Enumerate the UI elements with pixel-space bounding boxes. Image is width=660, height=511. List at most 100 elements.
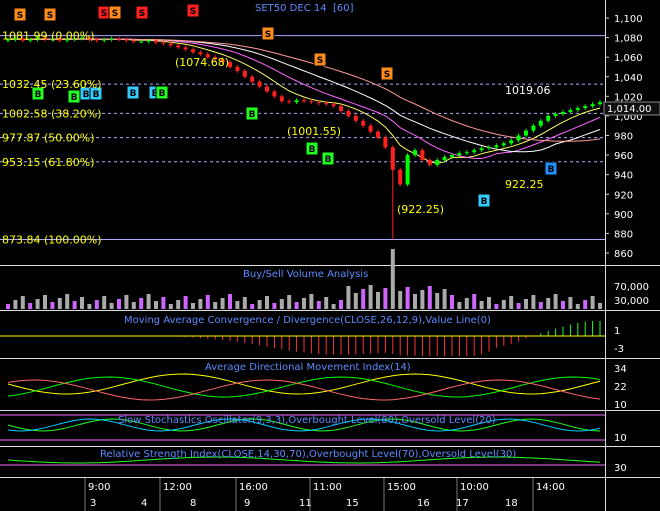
volume-bar bbox=[131, 302, 136, 309]
candle-body bbox=[509, 140, 514, 144]
volume-bar bbox=[183, 296, 188, 309]
volume-bar bbox=[302, 298, 306, 309]
volume-bar bbox=[13, 300, 18, 309]
adx-panel-title: Average Directional Movement Index(14) bbox=[205, 362, 411, 373]
candle-body bbox=[583, 106, 588, 109]
volume-bar bbox=[361, 289, 366, 309]
volume-bar bbox=[472, 294, 477, 309]
candle-body bbox=[316, 102, 321, 104]
volume-bar bbox=[279, 299, 284, 309]
signal-letter: S bbox=[190, 7, 196, 17]
y-tick-label: 1,100 bbox=[614, 14, 643, 25]
candle-body bbox=[346, 111, 351, 116]
fib-level-label: 953.15 (61.80%) bbox=[2, 156, 95, 169]
candle-body bbox=[161, 42, 166, 44]
x-time-label: 14:00 bbox=[536, 482, 565, 493]
candle-body bbox=[575, 108, 580, 111]
candle-body bbox=[339, 106, 343, 112]
volume-bar bbox=[598, 303, 602, 309]
y-tick-label: 1,060 bbox=[614, 53, 643, 64]
x-date-label: 8 bbox=[190, 498, 196, 509]
candle-body bbox=[405, 155, 410, 185]
panel-tick-label: 10 bbox=[614, 433, 627, 444]
candle-body bbox=[109, 38, 114, 40]
volume-bar bbox=[6, 304, 10, 309]
volume-bar bbox=[146, 294, 151, 309]
signal-letter: B bbox=[130, 89, 137, 99]
candle-body bbox=[235, 66, 240, 71]
volume-bar bbox=[139, 298, 144, 309]
panel-tick-label: 34 bbox=[614, 364, 627, 375]
fib-level-label: 1032.45 (23.60%) bbox=[2, 78, 102, 91]
candle-body bbox=[368, 125, 373, 132]
candle-body bbox=[131, 40, 136, 42]
volume-bar bbox=[405, 287, 410, 309]
sell-signal-marker: S bbox=[13, 7, 27, 22]
volume-bar bbox=[272, 303, 277, 309]
y-tick-label: 860 bbox=[614, 249, 633, 260]
y-tick-label: 1,080 bbox=[614, 34, 643, 45]
x-time-label: 16:00 bbox=[239, 482, 268, 493]
candle-body bbox=[524, 130, 528, 136]
volume-bar bbox=[575, 304, 580, 309]
volume-bar bbox=[250, 304, 255, 309]
signal-letter: B bbox=[325, 155, 332, 165]
signal-letter: B bbox=[83, 90, 90, 100]
y-tick-label: 900 bbox=[614, 210, 633, 221]
volume-bar bbox=[420, 290, 425, 309]
volume-bar bbox=[524, 299, 528, 309]
volume-bar bbox=[102, 296, 107, 309]
panel-tick-label: 10 bbox=[614, 400, 627, 411]
candle-body bbox=[191, 49, 195, 53]
volume-bar bbox=[353, 293, 358, 309]
volume-bar bbox=[546, 298, 551, 309]
x-time-label: 12:00 bbox=[163, 482, 192, 493]
signal-letter: B bbox=[35, 90, 42, 100]
volume-bar bbox=[501, 300, 506, 309]
candle-body bbox=[413, 150, 417, 156]
sell-signal-marker: S bbox=[313, 52, 327, 67]
candle-body bbox=[242, 70, 247, 77]
chart-title: SET50 DEC 14 bbox=[255, 3, 327, 14]
volume-bar bbox=[316, 301, 321, 309]
panel-tick-label: -3 bbox=[614, 344, 624, 355]
candle-body bbox=[294, 100, 299, 103]
volume-bar bbox=[72, 301, 77, 309]
signal-letter: S bbox=[317, 56, 323, 66]
volume-bar bbox=[161, 297, 166, 309]
candle-body bbox=[272, 91, 277, 97]
volume-bar bbox=[398, 291, 403, 309]
rsi-panel-title: Relative Strength Index(CLOSE,14,30,70),… bbox=[100, 449, 516, 460]
x-date-label: 11 bbox=[299, 498, 312, 509]
candle-body bbox=[561, 112, 565, 114]
volume-bar bbox=[287, 295, 292, 309]
volume-bar bbox=[43, 295, 47, 309]
y-tick-label: 980 bbox=[614, 132, 633, 143]
volume-bar bbox=[376, 292, 380, 309]
panel-tick-label: 22 bbox=[614, 382, 627, 393]
volume-bar bbox=[117, 299, 121, 309]
x-date-label: 18 bbox=[505, 498, 518, 509]
buy-signal-marker: B bbox=[305, 141, 319, 156]
volume-bar bbox=[442, 289, 447, 309]
price-annotation: 1019.06 bbox=[505, 84, 551, 97]
last-price-label: 1,014.00 bbox=[607, 104, 652, 115]
candle-body bbox=[124, 39, 129, 41]
x-time-label: 11:00 bbox=[313, 482, 342, 493]
volume-bar bbox=[516, 303, 521, 309]
candle-body bbox=[265, 86, 269, 92]
sell-signal-marker: S bbox=[43, 7, 57, 22]
volume-bar bbox=[494, 304, 499, 309]
volume-bar bbox=[57, 298, 62, 309]
x-time-label: 9:00 bbox=[88, 482, 110, 493]
candle-body bbox=[435, 159, 440, 165]
volume-bar bbox=[324, 297, 329, 309]
candle-body bbox=[598, 102, 602, 105]
candle-body bbox=[302, 100, 306, 102]
volume-bar bbox=[294, 302, 299, 309]
volume-bar bbox=[561, 301, 565, 309]
price-annotation: (1074.68) bbox=[175, 56, 229, 69]
buy-signal-marker: B bbox=[544, 161, 558, 176]
volume-bar bbox=[339, 300, 343, 309]
buy-signal-marker: B bbox=[126, 85, 140, 100]
